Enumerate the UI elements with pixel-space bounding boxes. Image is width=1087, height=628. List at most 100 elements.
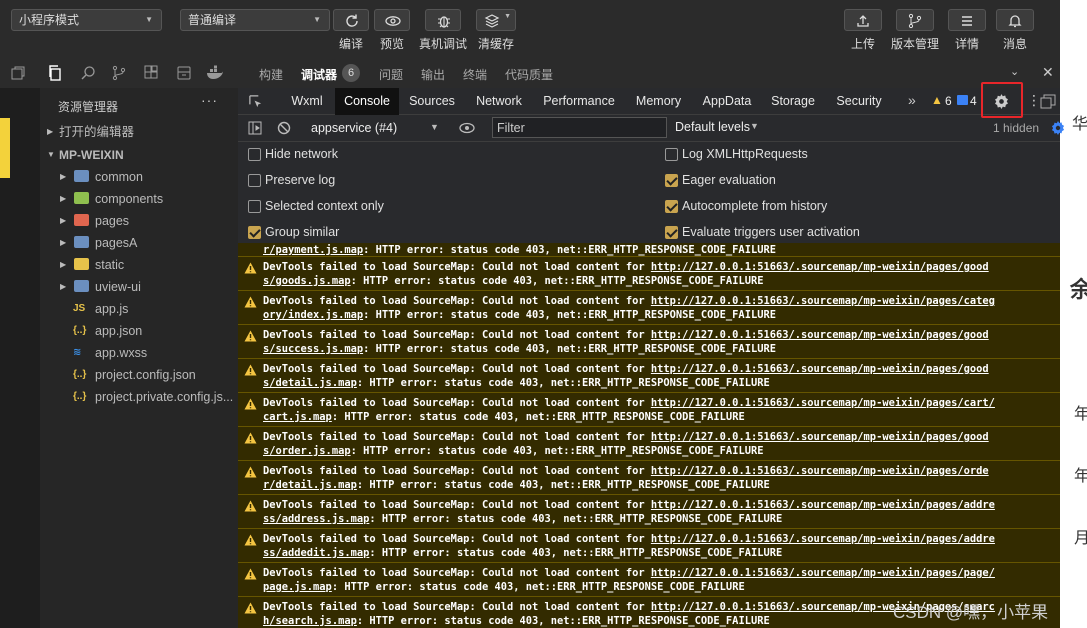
warning-icon bbox=[244, 330, 257, 342]
log-url-part[interactable]: http://127.0.0.1:51663/.sourcemap/mp-wei… bbox=[651, 465, 989, 477]
css-file-icon: ≋ bbox=[73, 347, 82, 358]
console-settings-gear-icon[interactable] bbox=[1050, 120, 1066, 136]
source-control-icon[interactable] bbox=[111, 65, 127, 81]
log-url-part[interactable]: ss/addedit.js.map bbox=[263, 547, 369, 559]
tree-item[interactable]: {..} app.json bbox=[40, 320, 238, 342]
filter-input[interactable]: Filter bbox=[492, 117, 667, 138]
tree-item[interactable]: ▶ uview-ui bbox=[40, 276, 238, 298]
inspect-icon[interactable] bbox=[248, 94, 263, 109]
tab-network[interactable]: Network bbox=[470, 88, 528, 115]
docker-icon[interactable] bbox=[206, 65, 224, 81]
compile-button[interactable] bbox=[333, 9, 369, 31]
tab-code-quality[interactable]: 代码质量 bbox=[505, 66, 553, 83]
log-url-part[interactable]: http://127.0.0.1:51663/.sourcemap/mp-wei… bbox=[651, 499, 995, 511]
levels-select[interactable]: Default levels bbox=[675, 120, 750, 134]
tab-appdata[interactable]: AppData bbox=[700, 88, 754, 115]
tab-debugger[interactable]: 调试器 bbox=[301, 66, 337, 83]
clear-cache-button[interactable]: ▼ bbox=[476, 9, 516, 31]
log-url-part[interactable]: r/payment.js.map bbox=[263, 244, 363, 256]
tab-problems[interactable]: 问题 bbox=[379, 66, 403, 83]
files-icon[interactable] bbox=[47, 65, 63, 81]
settings-checkbox[interactable] bbox=[248, 200, 261, 213]
log-url-part[interactable]: s/order.js.map bbox=[263, 445, 351, 457]
log-url-part[interactable]: cart.js.map bbox=[263, 411, 332, 423]
project-section[interactable]: ▼ MP-WEIXIN bbox=[40, 144, 238, 166]
kebab-icon[interactable]: ⋮ bbox=[1027, 92, 1041, 109]
tree-item[interactable]: ▶ pages bbox=[40, 210, 238, 232]
tab-security[interactable]: Security bbox=[834, 88, 884, 115]
extensions-icon[interactable] bbox=[143, 65, 159, 81]
log-url-part[interactable]: h/search.js.map bbox=[263, 615, 357, 627]
tree-item[interactable]: ▶ pagesA bbox=[40, 232, 238, 254]
tab-storage[interactable]: Storage bbox=[769, 88, 817, 115]
tab-sources[interactable]: Sources bbox=[402, 88, 462, 115]
tree-item[interactable]: ▶ static bbox=[40, 254, 238, 276]
tab-build[interactable]: 构建 bbox=[259, 66, 283, 83]
tree-item[interactable]: {..} project.config.json bbox=[40, 364, 238, 386]
chevron-down-icon: ▼ bbox=[47, 150, 55, 159]
tab-terminal[interactable]: 终端 bbox=[463, 66, 487, 83]
tree-item[interactable]: ▶ common bbox=[40, 166, 238, 188]
chevron-down-icon: ▼ bbox=[430, 122, 439, 132]
folder-icon bbox=[74, 236, 89, 248]
more-tabs-icon[interactable]: » bbox=[908, 92, 916, 108]
undock-icon[interactable] bbox=[1040, 94, 1056, 109]
log-url-part[interactable]: http://127.0.0.1:51663/.sourcemap/mp-wei… bbox=[651, 397, 995, 409]
upload-button[interactable] bbox=[844, 9, 882, 31]
storage-icon[interactable] bbox=[176, 65, 192, 81]
remote-debug-button[interactable] bbox=[425, 9, 461, 31]
settings-checkbox[interactable] bbox=[665, 226, 678, 239]
info-count[interactable]: 4 bbox=[970, 94, 977, 108]
log-url-part[interactable]: http://127.0.0.1:51663/.sourcemap/mp-wei… bbox=[651, 533, 995, 545]
sidebar-toggle-icon[interactable] bbox=[248, 121, 262, 135]
tree-item[interactable]: ≋ app.wxss bbox=[40, 342, 238, 364]
chevron-down-icon: ▼ bbox=[145, 15, 153, 24]
settings-checkbox[interactable] bbox=[665, 148, 678, 161]
log-url-part[interactable]: s/detail.js.map bbox=[263, 377, 357, 389]
log-url-part[interactable]: ss/address.js.map bbox=[263, 513, 369, 525]
log-url-part[interactable]: r/detail.js.map bbox=[263, 479, 357, 491]
live-expression-icon[interactable] bbox=[459, 122, 475, 134]
log-url-part[interactable]: http://127.0.0.1:51663/.sourcemap/mp-wei… bbox=[651, 363, 989, 375]
log-url-part[interactable]: s/success.js.map bbox=[263, 343, 363, 355]
collapse-icon[interactable]: ⌄ bbox=[1010, 65, 1019, 78]
messages-button[interactable] bbox=[996, 9, 1034, 31]
tree-item[interactable]: JS app.js bbox=[40, 298, 238, 320]
folder-icon bbox=[74, 280, 89, 292]
log-url-part[interactable]: s/goods.js.map bbox=[263, 275, 351, 287]
tab-output[interactable]: 输出 bbox=[421, 66, 445, 83]
tree-item[interactable]: {..} project.private.config.js... bbox=[40, 386, 238, 408]
mode-select[interactable]: 小程序模式 ▼ bbox=[11, 9, 162, 31]
settings-checkbox[interactable] bbox=[665, 200, 678, 213]
clear-console-icon[interactable] bbox=[277, 121, 291, 135]
more-icon[interactable]: ··· bbox=[201, 92, 218, 108]
version-button[interactable] bbox=[896, 9, 934, 31]
search-icon[interactable] bbox=[80, 65, 96, 81]
log-url-part[interactable]: http://127.0.0.1:51663/.sourcemap/mp-wei… bbox=[651, 431, 989, 443]
details-button[interactable] bbox=[948, 9, 986, 31]
open-editors-section[interactable]: ▶ 打开的编辑器 bbox=[40, 121, 238, 143]
tab-wxml[interactable]: Wxml bbox=[282, 88, 332, 115]
tab-performance[interactable]: Performance bbox=[540, 88, 618, 115]
preview-button[interactable] bbox=[374, 9, 410, 31]
close-icon[interactable]: ✕ bbox=[1042, 64, 1054, 81]
compile-select[interactable]: 普通编译 ▼ bbox=[180, 9, 330, 31]
log-url-part[interactable]: ory/index.js.map bbox=[263, 309, 363, 321]
log-url-part[interactable]: page.js.map bbox=[263, 581, 332, 593]
chevron-right-icon: ▶ bbox=[60, 282, 67, 291]
settings-checkbox[interactable] bbox=[248, 226, 261, 239]
warning-count[interactable]: 6 bbox=[945, 94, 952, 108]
log-url-part[interactable]: http://127.0.0.1:51663/.sourcemap/mp-wei… bbox=[651, 567, 995, 579]
log-url-part[interactable]: http://127.0.0.1:51663/.sourcemap/mp-wei… bbox=[651, 329, 989, 341]
settings-checkbox[interactable] bbox=[248, 148, 261, 161]
tree-item[interactable]: ▶ components bbox=[40, 188, 238, 210]
log-url-part[interactable]: http://127.0.0.1:51663/.sourcemap/mp-wei… bbox=[651, 295, 995, 307]
tab-console[interactable]: Console bbox=[335, 88, 399, 115]
window-icon[interactable] bbox=[10, 65, 26, 81]
settings-checkbox[interactable] bbox=[248, 174, 261, 187]
settings-checkbox[interactable] bbox=[665, 174, 678, 187]
warning-icon bbox=[244, 432, 257, 444]
tab-memory[interactable]: Memory bbox=[631, 88, 686, 115]
log-url-part[interactable]: http://127.0.0.1:51663/.sourcemap/mp-wei… bbox=[651, 261, 989, 273]
context-select[interactable]: appservice (#4) bbox=[311, 121, 397, 135]
